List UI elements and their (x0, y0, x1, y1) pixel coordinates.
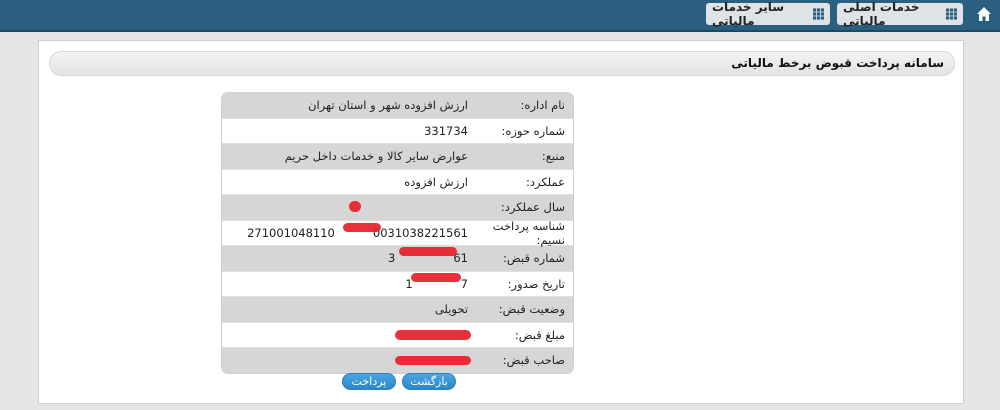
pay-button[interactable]: پرداخت (342, 373, 396, 390)
top-navigation-bar: خدمات اصلی مالیاتی سایر خدمات مالیاتی (0, 0, 1000, 32)
issue-date-tail: 7 (460, 276, 468, 291)
field-label: وضعیت قبض: (498, 302, 565, 317)
field-value: 331734 (424, 123, 468, 138)
bill-number-head: 3 (388, 251, 396, 266)
field-label: سال عملکرد: (500, 200, 565, 215)
home-icon[interactable] (976, 6, 992, 22)
redaction-mark (343, 222, 381, 232)
field-row-owner: صاحب قبض: (222, 348, 573, 373)
redaction-mark (399, 247, 457, 257)
redaction-mark (395, 329, 471, 340)
field-row-issue-date: تاریخ صدور: 17 (222, 271, 573, 297)
payment-id-head: 271001048110 (247, 225, 335, 240)
field-value: 17 (222, 272, 478, 291)
back-button[interactable]: بازگشت (402, 373, 456, 390)
field-value: 3 61 (222, 247, 478, 266)
field-row-office: نام اداره: ارزش افزوده شهر و استان تهران (222, 93, 573, 119)
main-tax-services-button[interactable]: خدمات اصلی مالیاتی (837, 0, 963, 28)
other-tax-services-label: سایر خدمات مالیاتی (712, 0, 785, 28)
panel-header: سامانه پرداخت قبوض برخط مالیاتی (49, 51, 955, 76)
field-label: مبلغ قبض: (514, 327, 565, 342)
bill-info-table: نام اداره: ارزش افزوده شهر و استان تهران… (221, 92, 574, 374)
grid-icon (945, 8, 957, 20)
field-row-payment-id: شناسه پرداخت نسیم: 271001048110 003103822… (222, 218, 573, 247)
field-label: شماره قبض: (503, 251, 565, 266)
field-value: تحویلی (434, 302, 468, 317)
page-title: سامانه پرداخت قبوض برخط مالیاتی (731, 56, 944, 70)
field-label: عملکرد: (525, 174, 565, 189)
field-value: عوارض سایر کالا و خدمات داخل حریم (284, 149, 468, 164)
field-value: ارزش افزوده شهر و استان تهران (308, 98, 468, 113)
field-label: شماره حوزه: (501, 123, 565, 138)
field-label: شناسه پرداخت نسیم: (492, 218, 565, 247)
field-row-status: وضعیت قبض: تحویلی (222, 297, 573, 323)
field-label: صاحب قبض: (502, 353, 565, 368)
field-label: منبع: (541, 149, 565, 164)
field-row-amount: مبلغ قبض: (222, 322, 573, 348)
field-row-source: منبع: عوارض سایر کالا و خدمات داخل حریم (222, 144, 573, 170)
field-row-bill-number: شماره قبض: 3 61 (222, 246, 573, 272)
field-label: تاریخ صدور: (507, 276, 565, 291)
field-row-district: شماره حوزه: 331734 (222, 118, 573, 144)
field-value: 271001048110 0031038221561 (222, 222, 478, 240)
grid-icon (812, 8, 824, 20)
payment-id-tail: 0031038221561 (372, 225, 468, 240)
redaction-mark (349, 201, 361, 213)
field-value: ارزش افزوده (404, 174, 468, 189)
field-label: نام اداره: (520, 98, 565, 113)
field-row-performance: عملکرد: ارزش افزوده (222, 169, 573, 195)
redaction-mark (411, 272, 461, 282)
field-row-year: سال عملکرد: (222, 195, 573, 221)
main-tax-services-label: خدمات اصلی مالیاتی (843, 0, 920, 28)
redaction-mark (395, 356, 471, 366)
other-tax-services-button[interactable]: سایر خدمات مالیاتی (706, 0, 830, 28)
bill-payment-panel: سامانه پرداخت قبوض برخط مالیاتی نام ادار… (38, 40, 964, 404)
